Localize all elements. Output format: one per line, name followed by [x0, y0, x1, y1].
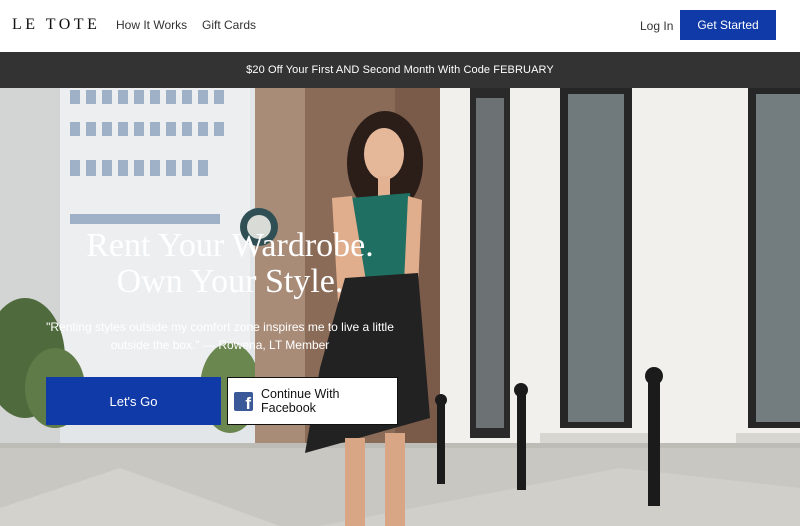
login-link[interactable]: Log In	[640, 19, 673, 33]
hero-headline-line-2: Own Your Style.	[116, 263, 344, 300]
lets-go-button[interactable]: Let's Go	[46, 377, 221, 425]
site-header: LE TOTE How It Works Gift Cards Log In G…	[0, 0, 800, 52]
hero-section: Rent Your Wardrobe. Own Your Style. "Ren…	[0, 88, 800, 526]
get-started-button[interactable]: Get Started	[680, 10, 776, 40]
promo-banner: $20 Off Your First AND Second Month With…	[0, 52, 800, 88]
hero-headline: Rent Your Wardrobe. Own Your Style.	[30, 228, 430, 300]
facebook-button-label: Continue With Facebook	[261, 387, 340, 415]
promo-text: $20 Off Your First AND Second Month With…	[246, 64, 554, 76]
hero-headline-line-1: Rent Your Wardrobe.	[86, 227, 374, 264]
facebook-icon: f	[234, 391, 253, 413]
nav-gift-cards[interactable]: Gift Cards	[202, 18, 256, 32]
hero-background-image	[0, 88, 800, 526]
logo[interactable]: LE TOTE	[12, 16, 100, 34]
member-testimonial-quote: "Renting styles outside my comfort zone …	[46, 320, 394, 352]
nav-how-it-works[interactable]: How It Works	[116, 18, 187, 32]
continue-with-facebook-button[interactable]: f Continue With Facebook	[227, 377, 398, 425]
